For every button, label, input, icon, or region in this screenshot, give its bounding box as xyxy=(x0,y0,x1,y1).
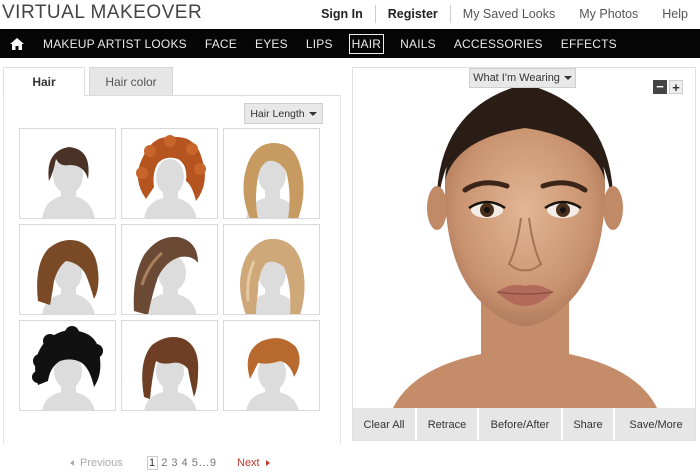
hairstyle-thumbnail[interactable] xyxy=(19,224,116,315)
chevron-right-icon xyxy=(265,460,270,466)
short-curly-hair-icon xyxy=(32,326,103,410)
bob-bangs-hair-icon xyxy=(142,337,199,410)
nav-accessories[interactable]: ACCESSORIES xyxy=(445,35,552,53)
hairstyle-thumbnail[interactable] xyxy=(121,320,218,411)
long-blonde-hair-icon xyxy=(240,238,305,314)
preview-panel: What I'm Wearing − + Clear All Retrace B… xyxy=(352,67,696,441)
tab-hair[interactable]: Hair xyxy=(3,67,85,96)
page-numbers[interactable]: 1 2 3 4 5…9 xyxy=(147,456,216,470)
what-im-wearing-dropdown[interactable]: What I'm Wearing xyxy=(469,68,576,88)
nav-face[interactable]: FACE xyxy=(196,35,246,53)
nav-makeup-artist-looks[interactable]: MAKEUP ARTIST LOOKS xyxy=(34,35,196,53)
help-link[interactable]: Help xyxy=(650,4,700,24)
zoom-controls: − + xyxy=(653,80,683,94)
hair-length-label: Hair Length xyxy=(250,107,305,120)
next-page-link[interactable]: Next xyxy=(237,457,270,469)
nav-lips[interactable]: LIPS xyxy=(297,35,342,53)
nav-nails[interactable]: NAILS xyxy=(391,35,445,53)
hairstyle-thumbnail[interactable] xyxy=(121,128,218,219)
short-bob-hair-icon xyxy=(42,147,95,218)
action-bar: Clear All Retrace Before/After Share Sav… xyxy=(353,408,695,440)
my-saved-looks-link[interactable]: My Saved Looks xyxy=(451,4,567,24)
other-pages[interactable]: 2 3 4 5…9 xyxy=(161,457,216,469)
hairstyle-thumbnail[interactable] xyxy=(223,224,320,315)
hairstyle-thumbnail[interactable] xyxy=(19,320,116,411)
side-swept-hair-icon xyxy=(133,236,198,314)
top-bar: VIRTUAL MAKEOVER Sign In Register My Sav… xyxy=(0,0,700,28)
hair-tabs: Hair Hair color xyxy=(3,67,341,96)
sign-in-link[interactable]: Sign In xyxy=(309,4,375,24)
share-button[interactable]: Share xyxy=(563,408,613,440)
hair-panel: Hair Hair color Hair Length Previous 1 2… xyxy=(3,67,341,470)
tab-hair-color[interactable]: Hair color xyxy=(89,67,173,96)
save-more-button[interactable]: Save/More xyxy=(615,408,695,440)
long-wavy-hair-icon xyxy=(243,143,304,218)
medium-bob-hair-icon xyxy=(37,240,99,314)
nav-eyes[interactable]: EYES xyxy=(246,35,297,53)
hairstyle-thumbnail[interactable] xyxy=(223,320,320,411)
chevron-down-icon xyxy=(563,76,572,80)
hairstyle-thumbnail[interactable] xyxy=(223,128,320,219)
account-links: Sign In Register My Saved Looks My Photo… xyxy=(309,4,700,24)
retrace-button[interactable]: Retrace xyxy=(417,408,477,440)
hairstyle-thumbnail[interactable] xyxy=(19,128,116,219)
current-page[interactable]: 1 xyxy=(147,456,158,470)
chevron-left-icon xyxy=(70,460,74,466)
pagination: Previous 1 2 3 4 5…9 Next xyxy=(4,454,342,472)
curly-hair-icon xyxy=(136,135,206,218)
chevron-down-icon xyxy=(308,111,317,116)
hairstyle-thumbnail[interactable] xyxy=(121,224,218,315)
zoom-in-button[interactable]: + xyxy=(669,80,683,94)
clear-all-button[interactable]: Clear All xyxy=(353,408,415,440)
main-nav: MAKEUP ARTIST LOOKS FACE EYES LIPS HAIR … xyxy=(0,29,700,58)
app-logo[interactable]: VIRTUAL MAKEOVER xyxy=(2,2,202,24)
register-link[interactable]: Register xyxy=(376,4,450,24)
model-photo xyxy=(353,68,695,408)
next-label: Next xyxy=(237,457,260,469)
hairstyle-content: Hair Length Previous 1 2 3 4 5…9 Next xyxy=(3,96,341,470)
before-after-button[interactable]: Before/After xyxy=(479,408,561,440)
what-im-wearing-label: What I'm Wearing xyxy=(473,72,560,84)
my-photos-link[interactable]: My Photos xyxy=(567,4,650,24)
home-icon[interactable] xyxy=(0,29,34,58)
copper-pixie-hair-icon xyxy=(246,338,300,410)
hair-length-dropdown[interactable]: Hair Length xyxy=(244,103,323,124)
nav-effects[interactable]: EFFECTS xyxy=(552,35,626,53)
zoom-out-button[interactable]: − xyxy=(653,80,667,94)
previous-page-link[interactable]: Previous xyxy=(70,457,123,469)
previous-label: Previous xyxy=(80,457,123,469)
nav-hair[interactable]: HAIR xyxy=(348,33,385,54)
